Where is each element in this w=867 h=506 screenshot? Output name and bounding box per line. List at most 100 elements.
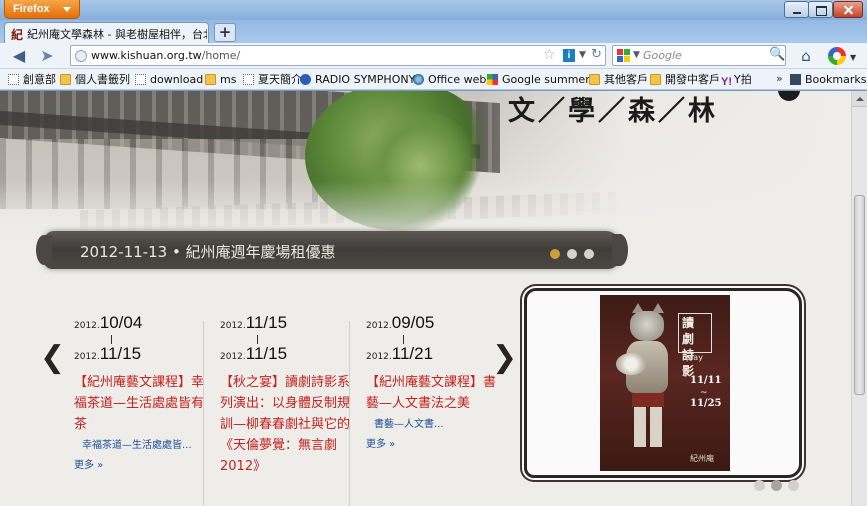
back-button[interactable]: ◀ [8, 45, 30, 67]
search-input[interactable]: Google [643, 49, 682, 62]
bookmark-label: 夏天簡介 [258, 73, 302, 86]
page-content: 文／學／森／林 2012-11-13 • 紀州庵週年慶場租優惠 ❮ ❯ 2012… [0, 91, 851, 506]
date-year: 2012. [366, 352, 392, 362]
ribbon-pager-dot-active[interactable] [550, 249, 560, 259]
url-path: /home/ [201, 49, 241, 62]
bookmark-item[interactable]: Y! Y拍 [721, 72, 752, 88]
date-to: 2012.11/15 [74, 344, 204, 366]
more-link[interactable]: 更多 » [74, 456, 204, 471]
bookmark-item[interactable]: download [135, 72, 203, 88]
tab-title: 紀州庵文學森林 - 與老樹屋相伴，台北... [27, 28, 207, 41]
vertical-scrollbar[interactable] [851, 91, 867, 506]
date-from: 2012.11/15 [220, 313, 350, 335]
poster-subtitle: play [686, 353, 703, 362]
news-title-link[interactable]: 【紀州庵藝文課程】書藝—人文書法之美 [366, 372, 496, 414]
site-logo[interactable]: 文／學／森／林 [508, 91, 718, 128]
bookmark-item[interactable]: 夏天簡介 [243, 72, 302, 88]
cat-plate [616, 353, 646, 375]
home-icon[interactable]: ⌂ [795, 45, 817, 67]
bookmark-item[interactable]: Office web [413, 72, 486, 88]
date-month-day: 10/04 [99, 313, 143, 332]
news-ribbon[interactable]: 2012-11-13 • 紀州庵週年慶場租優惠 [36, 231, 628, 269]
url-bar[interactable]: www.kishuan.org.tw/home/ ☆ i ▼ ↻ [70, 45, 606, 66]
featured-poster-frame[interactable]: 讀劇詩影 play 11/11 ~ 11/25 紀州庵 [524, 288, 802, 478]
extension-dropdown-icon[interactable]: ▼ [850, 53, 856, 62]
history-dropdown-icon[interactable]: ▼ [579, 50, 586, 60]
news-divider [203, 321, 204, 506]
bookmark-star-icon[interactable]: ☆ [543, 47, 556, 63]
bookmark-label: Y拍 [734, 73, 752, 86]
poster-pager-dot[interactable] [754, 480, 765, 491]
search-icon[interactable]: 🔍 [769, 47, 785, 62]
page-icon [243, 74, 254, 85]
news-divider [349, 321, 350, 506]
poster-pager-dot-active[interactable] [771, 480, 782, 491]
bookmark-item[interactable]: 創意部 [8, 72, 56, 88]
news-item[interactable]: 2012.10/04 2012.11/15 【紀州庵藝文課程】幸福茶道—生活處處… [74, 313, 204, 471]
ribbon-pager-dot[interactable] [584, 249, 594, 259]
bookmark-item[interactable]: Google summers [487, 72, 595, 88]
poster-pager-dot[interactable] [788, 480, 799, 491]
forward-button[interactable]: ➤ [36, 45, 58, 67]
news-summary-link[interactable]: 幸福茶道—生活處處皆... [74, 439, 204, 453]
page-icon [135, 74, 146, 85]
news-title-link[interactable]: 【紀州庵藝文課程】幸福茶道—生活處處皆有茶 [74, 372, 204, 435]
tab-active[interactable]: 紀 紀州庵文學森林 - 與老樹屋相伴，台北... [4, 22, 209, 43]
bookmark-item[interactable]: RADIO SYMPHONY [300, 72, 415, 88]
maximize-button[interactable] [808, 1, 833, 18]
news-item[interactable]: 2012.09/05 2012.11/21 【紀州庵藝文課程】書藝—人文書法之美… [366, 313, 496, 450]
extension-icon[interactable] [828, 47, 846, 65]
news-item[interactable]: 2012.11/15 2012.11/15 【秋之宴】讀劇詩影系列演出：以身體反… [220, 313, 350, 477]
ribbon-pager-dot[interactable] [567, 249, 577, 259]
event-poster-image[interactable]: 讀劇詩影 play 11/11 ~ 11/25 紀州庵 [600, 295, 730, 471]
google-icon [487, 74, 498, 85]
bookmark-item[interactable]: 個人書籤列 [60, 72, 130, 88]
date-separator [111, 335, 112, 344]
date-month-day: 11/15 [245, 313, 288, 332]
bookmark-item[interactable]: 開發中客戶 [650, 72, 720, 88]
yahoo-icon: Y! [721, 76, 732, 88]
minimize-button[interactable] [784, 1, 809, 18]
date-month-day: 11/15 [99, 344, 142, 363]
search-engine-dropdown-icon[interactable]: ▼ [633, 50, 640, 60]
firefox-menu-button[interactable]: Firefox [4, 0, 80, 19]
scroll-up-button[interactable] [852, 91, 867, 107]
bookmark-item[interactable]: 其他客戶 [589, 72, 648, 88]
date-year: 2012. [74, 321, 100, 331]
bookmark-item[interactable]: ms [205, 72, 236, 88]
office-icon [413, 74, 424, 85]
close-window-button[interactable] [833, 1, 863, 18]
poster-signature: 紀州庵 [690, 454, 714, 463]
tab-strip: 紀 紀州庵文學森林 - 與老樹屋相伴，台北... + [0, 20, 867, 43]
folder-icon [60, 74, 71, 85]
search-bar[interactable]: ▼ Google 🔍 [612, 45, 786, 66]
date-year: 2012. [220, 321, 246, 331]
news-title-link[interactable]: 【秋之宴】讀劇詩影系列演出：以身體反制規訓—柳春春劇社與它的《天倫夢覺：無言劇2… [220, 372, 350, 477]
bookmarks-icon [790, 74, 801, 85]
new-tab-button[interactable]: + [214, 23, 236, 42]
poster-date-end: 11/25 [690, 398, 722, 409]
news-summary-link[interactable]: 書藝—人文書... [366, 418, 496, 432]
chevron-down-icon [63, 7, 71, 12]
bookmarks-toolbar: 創意部 個人書籤列 download ms 夏天簡介 RADIO SYMPHON… [0, 69, 867, 90]
poster-title: 讀劇詩影 [682, 316, 697, 378]
url-text[interactable]: www.kishuan.org.tw/home/ [91, 49, 240, 62]
page-icon [8, 74, 19, 85]
site-info-icon[interactable]: i [563, 49, 575, 62]
prev-arrow-icon[interactable]: ❮ [40, 343, 65, 373]
date-month-day: 11/21 [391, 344, 434, 363]
radio-icon [300, 74, 311, 85]
date-to: 2012.11/15 [220, 344, 350, 366]
bookmark-label: Google summers [502, 73, 596, 86]
cat-head [630, 311, 664, 341]
google-engine-icon[interactable] [617, 49, 631, 63]
navigation-toolbar: ◀ ➤ www.kishuan.org.tw/home/ ☆ i ▼ ↻ ▼ G… [0, 43, 867, 69]
date-year: 2012. [220, 352, 246, 362]
bookmarks-menu-button[interactable]: Bookmarks [790, 72, 866, 88]
scroll-thumb[interactable] [854, 195, 865, 395]
folder-icon [205, 74, 216, 85]
more-link[interactable]: 更多 » [366, 435, 496, 450]
bookmarks-overflow-button[interactable]: » [776, 72, 783, 85]
reload-icon[interactable]: ↻ [591, 47, 602, 62]
news-headline[interactable]: 2012-11-13 • 紀州庵週年慶場租優惠 [80, 241, 336, 262]
